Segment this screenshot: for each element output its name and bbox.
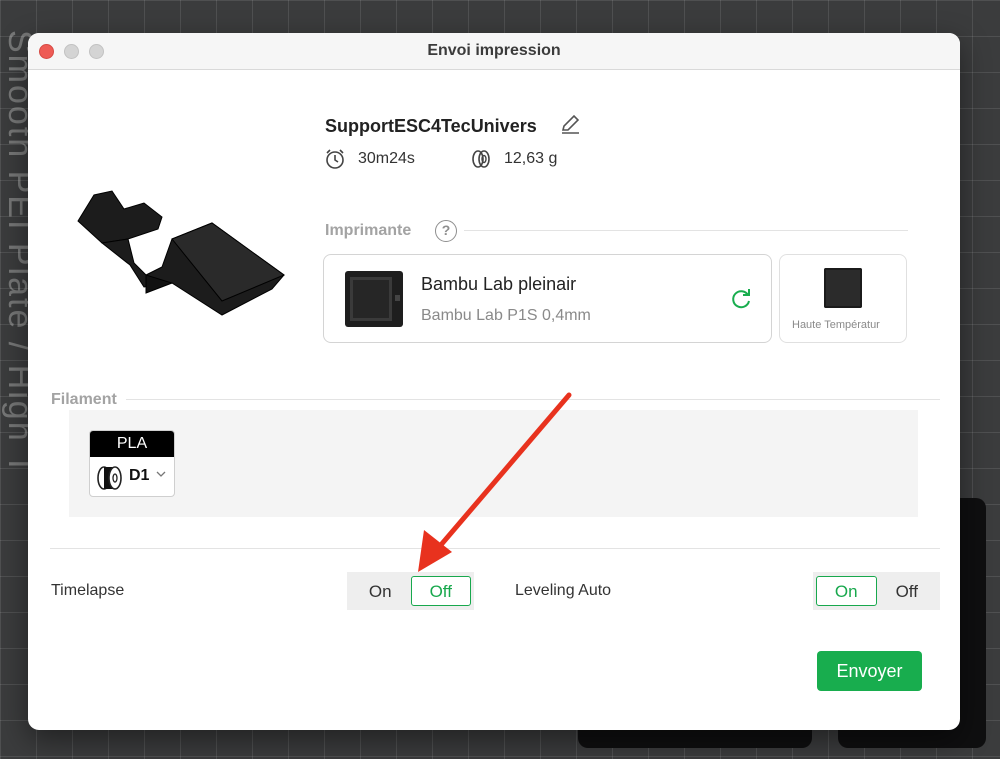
spool-icon — [97, 466, 122, 490]
printer-model: Bambu Lab P1S 0,4mm — [421, 307, 591, 324]
ams-slot-label: D1 — [129, 467, 150, 484]
plate-icon — [824, 268, 862, 308]
leveling-on-option[interactable]: On — [816, 576, 877, 606]
titlebar: Envoi impression — [28, 33, 960, 70]
filament-weight-value: 12,63 g — [504, 150, 558, 167]
print-time: 30m24s — [324, 148, 415, 170]
chevron-down-icon — [156, 471, 166, 477]
timelapse-label: Timelapse — [51, 582, 125, 599]
timelapse-on-option[interactable]: On — [350, 576, 411, 606]
plate-type-selector[interactable]: Haute Températur — [779, 254, 907, 343]
filament-section-label: Filament — [51, 391, 117, 408]
spool-weight-icon — [472, 150, 490, 168]
print-time-value: 30m24s — [358, 150, 415, 167]
leveling-toggle: On Off — [813, 572, 940, 610]
refresh-icon[interactable] — [728, 286, 754, 312]
filament-area: PLA D1 — [69, 410, 918, 517]
clock-icon — [326, 149, 344, 169]
divider — [126, 399, 940, 400]
window-title: Envoi impression — [427, 42, 561, 59]
printer-selector[interactable]: Bambu Lab pleinair Bambu Lab P1S 0,4mm — [323, 254, 772, 343]
filament-type: PLA — [90, 431, 174, 457]
divider — [464, 230, 908, 231]
printer-image — [345, 271, 403, 327]
edit-pencil-icon[interactable] — [559, 113, 581, 135]
filament-weight: 12,63 g — [470, 148, 557, 170]
model-thumbnail — [77, 190, 286, 316]
send-button[interactable]: Envoyer — [817, 651, 922, 691]
filament-slot[interactable]: PLA D1 — [89, 430, 175, 497]
plate-type-label: Haute Températur — [792, 319, 880, 331]
help-icon[interactable]: ? — [435, 220, 457, 242]
printer-name: Bambu Lab pleinair — [421, 274, 577, 294]
leveling-off-option[interactable]: Off — [877, 576, 938, 606]
divider — [50, 548, 940, 549]
ams-slot-dropdown[interactable]: D1 — [90, 457, 174, 496]
print-dialog: Envoi impression SupportESC4TecUnivers 3… — [28, 33, 960, 730]
timelapse-toggle: On Off — [347, 572, 474, 610]
project-name: SupportESC4TecUnivers — [325, 116, 537, 136]
printer-section-label: Imprimante — [325, 222, 412, 239]
timelapse-off-option[interactable]: Off — [410, 576, 471, 606]
leveling-label: Leveling Auto — [515, 582, 612, 599]
